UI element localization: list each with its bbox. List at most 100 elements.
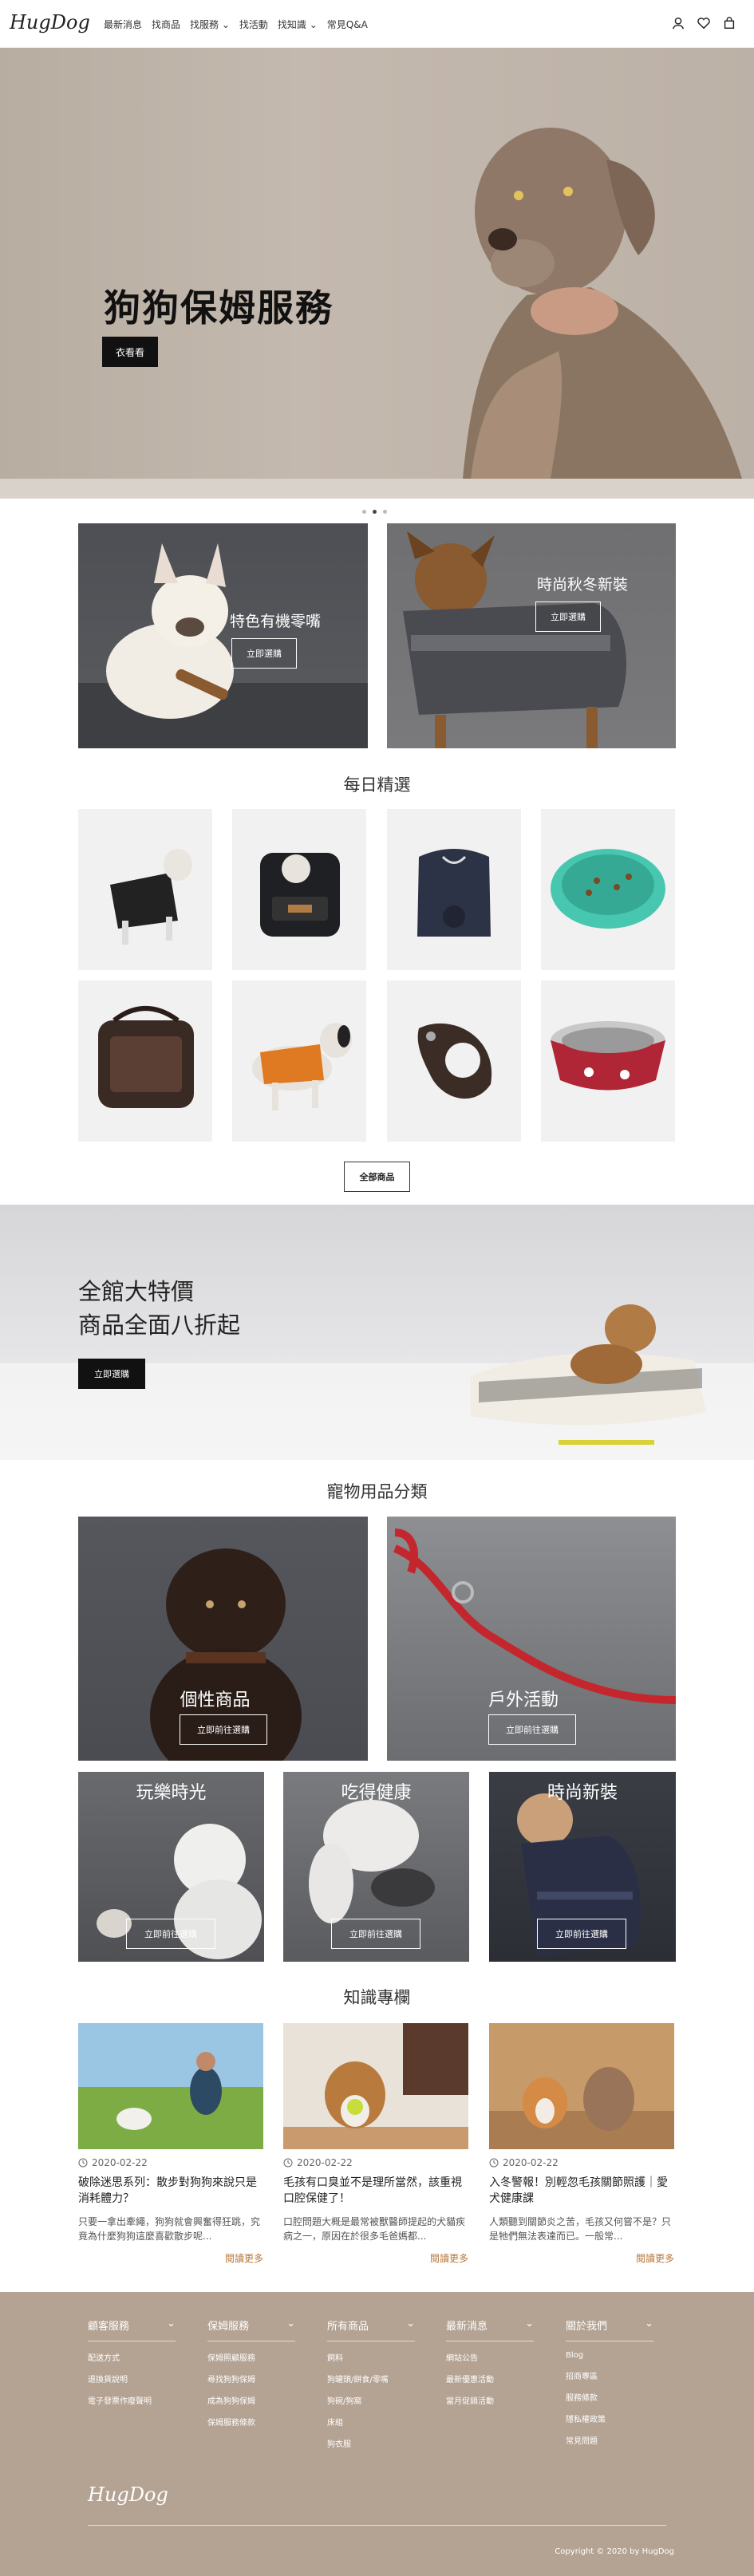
all-products-button[interactable]: 全部商品 <box>344 1162 410 1192</box>
footer-link[interactable]: 常見問題 <box>566 2434 653 2446</box>
clock-icon <box>78 2158 88 2168</box>
footer-link[interactable]: 服務條款 <box>566 2391 653 2403</box>
carousel-dot[interactable] <box>383 510 387 514</box>
footer-link[interactable]: 狗碗/狗窩 <box>327 2394 415 2406</box>
footer-link[interactable]: 床組 <box>327 2416 415 2428</box>
heart-icon[interactable] <box>697 16 711 30</box>
cart-icon[interactable] <box>722 16 736 30</box>
nav-events[interactable]: 找活動 <box>239 18 268 31</box>
hero-cta-button[interactable]: 衣看看 <box>102 337 158 367</box>
category-outdoor[interactable]: 戶外活動 立即前往選購 <box>387 1517 676 1761</box>
blog-post-image[interactable] <box>78 2023 263 2149</box>
read-more-link[interactable]: 閱讀更多 <box>283 2251 468 2265</box>
footer-link[interactable]: 飼料 <box>327 2351 415 2363</box>
chevron-down-icon: ⌄ <box>167 2318 176 2329</box>
promo-organic-snacks[interactable]: 特色有機零嘴 立即選購 <box>78 523 368 748</box>
footer-column-heading[interactable]: 顧客服務 ⌄ <box>88 2318 176 2341</box>
sale-banner: 全館大特價 商品全面八折起 <box>0 1205 754 1460</box>
blog-post-image[interactable] <box>283 2023 468 2149</box>
footer-column-heading[interactable]: 關於我們 ⌄ <box>566 2318 653 2341</box>
category-shop-button[interactable]: 立即前往選購 <box>488 1714 576 1745</box>
hero-dog-image <box>0 128 754 499</box>
user-icon[interactable] <box>671 16 685 30</box>
product-image <box>98 1006 194 1108</box>
footer-link[interactable]: 招商專區 <box>566 2369 653 2381</box>
footer-column-heading[interactable]: 所有商品 ⌄ <box>327 2318 415 2341</box>
nav-services[interactable]: 找服務 ⌄ <box>190 18 230 31</box>
nav-products[interactable]: 找商品 <box>152 18 180 31</box>
product-dog-harness-brown[interactable] <box>387 980 521 1142</box>
carousel-dot[interactable] <box>362 510 366 514</box>
footer-link[interactable]: 尋找狗狗保姆 <box>207 2373 295 2385</box>
footer-link[interactable]: 網站公告 <box>446 2351 534 2363</box>
footer-link[interactable]: 電子發票作廢聲明 <box>88 2394 176 2406</box>
product-dog-bowl-red[interactable] <box>541 980 675 1142</box>
nav-knowledge[interactable]: 找知識 ⌄ <box>278 18 318 31</box>
category-shop-button[interactable]: 立即前往選購 <box>180 1714 267 1745</box>
footer-column: 顧客服務 ⌄ 配送方式退換貨說明電子發票作廢聲明 <box>88 2318 176 2406</box>
carousel-dots <box>362 510 387 514</box>
blog-post-title[interactable]: 入冬警報！別輕忽毛孩關節照護｜愛犬健康課 <box>489 2175 674 2207</box>
category-label: 戶外活動 <box>488 1690 559 1710</box>
blog-post-card[interactable]: 2020-02-22 入冬警報！別輕忽毛孩關節照護｜愛犬健康課 人類聽到關節炎之… <box>489 2023 674 2265</box>
blog-post-date-row: 2020-02-22 <box>283 2157 468 2168</box>
footer-heading-text: 關於我們 <box>566 2321 608 2333</box>
footer-link[interactable]: 配送方式 <box>88 2351 176 2363</box>
blog-post-excerpt: 人類聽到關節炎之苦，毛孩又何嘗不是？只是牠們無法表達而已。一般常... <box>489 2216 672 2242</box>
blog-post-excerpt: 只要一拿出牽繩，狗狗就會興奮得狂跳，究竟為什麼狗狗這麼喜歡散步呢... <box>78 2216 261 2242</box>
footer-column-heading[interactable]: 保姆服務 ⌄ <box>207 2318 295 2341</box>
footer-column: 關於我們 ⌄ Blog 招商專區服務條款隱私權政策常見問題 <box>566 2318 653 2446</box>
category-fashion[interactable]: 時尚新裝 立即前往選購 <box>489 1772 676 1962</box>
footer-link[interactable]: 隱私權政策 <box>566 2412 653 2424</box>
blog-post-title[interactable]: 破除迷思系列：散步對狗狗來說只是消耗體力？ <box>78 2175 263 2207</box>
nav-news[interactable]: 最新消息 <box>104 18 142 31</box>
product-dog-coat-black[interactable] <box>78 809 212 970</box>
category-personal-goods[interactable]: 個性商品 立即前往選購 <box>78 1517 368 1761</box>
footer-link[interactable]: 保姆照顧服務 <box>207 2351 295 2363</box>
product-pet-bed-navy[interactable] <box>387 809 521 970</box>
nav-faq[interactable]: 常見Q&A <box>327 18 368 31</box>
promo-buy-button[interactable]: 立即選購 <box>535 602 601 632</box>
footer-column-heading[interactable]: 最新消息 ⌄ <box>446 2318 534 2341</box>
blog-post-date-row: 2020-02-22 <box>489 2157 674 2168</box>
clock-icon <box>283 2158 293 2168</box>
footer-link[interactable]: 狗衣服 <box>327 2437 415 2449</box>
category-playtime[interactable]: 玩樂時光 立即前往選購 <box>78 1772 264 1962</box>
footer-link[interactable]: 保姆服務條款 <box>207 2416 295 2428</box>
sale-buy-button[interactable]: 立即選購 <box>78 1359 145 1389</box>
product-pet-carrier[interactable] <box>78 980 212 1142</box>
category-shop-button[interactable]: 立即前往選購 <box>331 1919 420 1949</box>
promo-buy-button[interactable]: 立即選購 <box>231 638 297 669</box>
category-shop-button[interactable]: 立即前往選購 <box>126 1919 215 1949</box>
site-header: HugDog 最新消息 找商品 找服務 ⌄ 找活動 找知識 ⌄ 常見Q&A <box>0 0 754 48</box>
read-more-link[interactable]: 閱讀更多 <box>78 2251 263 2265</box>
footer-link[interactable]: Blog <box>566 2351 653 2360</box>
footer-logo[interactable]: HugDog <box>88 2483 168 2506</box>
blog-post-image[interactable] <box>489 2023 674 2149</box>
category-healthy-eating[interactable]: 吃得健康 立即前往選購 <box>283 1772 469 1962</box>
product-dog-harness-orange[interactable] <box>232 980 366 1142</box>
blog-post-card[interactable]: 2020-02-22 破除迷思系列：散步對狗狗來說只是消耗體力？ 只要一拿出牽繩… <box>78 2023 263 2265</box>
footer-link[interactable]: 最新優惠活動 <box>446 2373 534 2385</box>
read-more-link[interactable]: 閱讀更多 <box>489 2251 674 2265</box>
product-pet-backpack[interactable] <box>232 809 366 970</box>
product-image <box>252 1023 352 1110</box>
footer-link[interactable]: 成為狗狗保姆 <box>207 2394 295 2406</box>
site-logo[interactable]: HugDog <box>10 11 90 34</box>
blog-post-date-row: 2020-02-22 <box>78 2157 263 2168</box>
product-slow-feeder-bowl[interactable] <box>541 809 675 970</box>
blog-post-date: 2020-02-22 <box>92 2157 148 2168</box>
category-label: 吃得健康 <box>341 1783 412 1803</box>
section-title-daily-picks: 每日精選 <box>343 775 411 795</box>
promo-winter-fashion[interactable]: 時尚秋冬新裝 立即選購 <box>387 523 676 748</box>
footer-heading-text: 保姆服務 <box>207 2321 250 2333</box>
footer-link[interactable]: 退換貨說明 <box>88 2373 176 2385</box>
blog-post-card[interactable]: 2020-02-22 毛孩有口臭並不是理所當然，該重視口腔保健了！ 口腔問題大概… <box>283 2023 468 2265</box>
blog-post-title[interactable]: 毛孩有口臭並不是理所當然，該重視口腔保健了！ <box>283 2175 468 2207</box>
footer-link[interactable]: 狗罐頭/餅食/零嘴 <box>327 2373 415 2385</box>
category-shop-button[interactable]: 立即前往選購 <box>537 1919 626 1949</box>
page: HugDog 最新消息 找商品 找服務 ⌄ 找活動 找知識 ⌄ 常見Q&A 狗狗… <box>0 0 754 2576</box>
carousel-dot-active[interactable] <box>373 510 377 514</box>
blog-post-excerpt: 口腔問題大概是最常被獸醫師提起的犬貓疾病之一，原因在於很多毛爸媽都... <box>283 2216 466 2242</box>
footer-link[interactable]: 當月促銷活動 <box>446 2394 534 2406</box>
